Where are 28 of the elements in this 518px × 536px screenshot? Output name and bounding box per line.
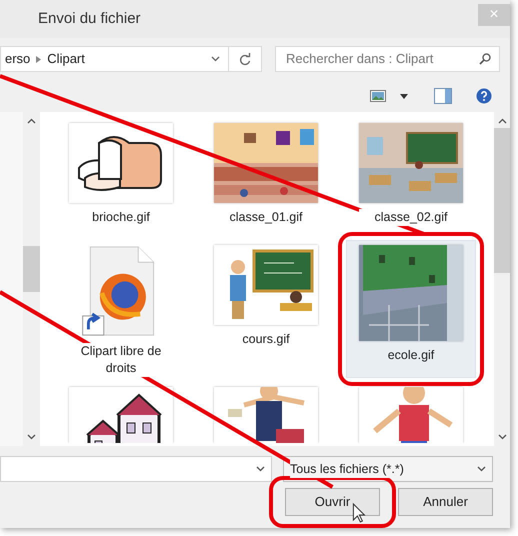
open-button[interactable]: Ouvrir [285, 488, 380, 516]
window-title: Envoi du fichier [38, 8, 141, 29]
view-icon[interactable] [370, 90, 386, 102]
cursor-icon [352, 502, 366, 523]
caret-icon[interactable] [400, 94, 408, 98]
scroll-thumb[interactable] [494, 128, 510, 274]
file-type-dropdown[interactable]: Tous les fichiers (*.*) [283, 456, 493, 482]
dropdown-icon[interactable] [256, 466, 265, 472]
dropdown-icon[interactable] [477, 466, 486, 472]
search-input[interactable]: Rechercher dans : Clipart [284, 48, 479, 70]
breadcrumb-item[interactable]: erso [5, 49, 30, 69]
help-icon[interactable] [476, 88, 492, 104]
cancel-button[interactable]: Annuler [398, 488, 493, 516]
dropdown-icon[interactable] [211, 56, 220, 62]
preview-pane-icon[interactable] [434, 88, 452, 104]
scroll-thumb[interactable] [23, 246, 40, 292]
chevron-icon [36, 56, 42, 62]
refresh-icon[interactable] [239, 52, 251, 66]
file-name-field[interactable] [0, 456, 272, 482]
search-field[interactable]: Rechercher dans : Clipart [275, 46, 500, 72]
scroll-down-icon[interactable] [27, 434, 36, 440]
scroll-up-icon[interactable] [498, 118, 506, 124]
scroll-up-icon[interactable] [27, 118, 36, 124]
file-tile[interactable]: ecole.gif [346, 240, 476, 378]
search-icon[interactable] [479, 53, 491, 65]
scroll-down-icon[interactable] [498, 434, 506, 440]
breadcrumb-item[interactable]: Clipart [47, 49, 85, 69]
address-bar[interactable]: erso Clipart [0, 46, 262, 72]
